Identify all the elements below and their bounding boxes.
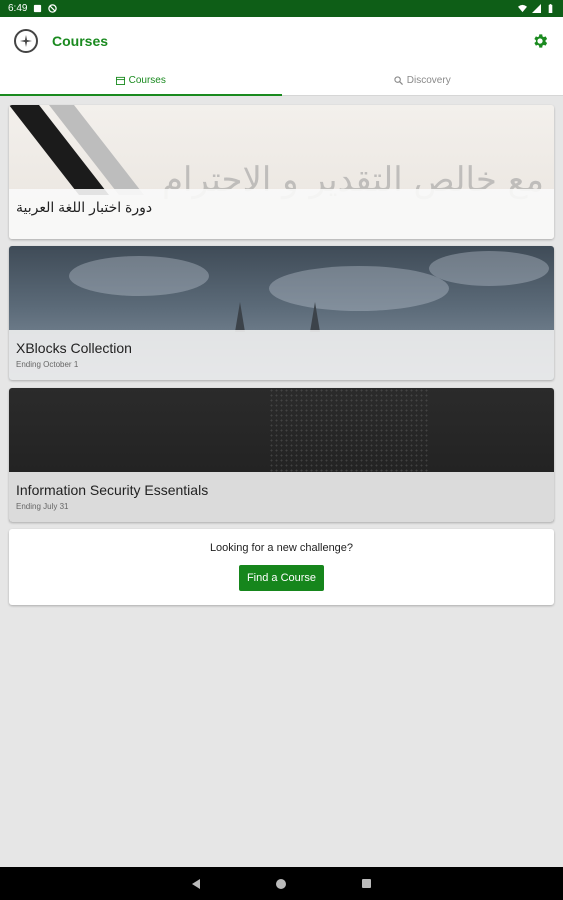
course-end-date: Ending July 31 [16,502,69,511]
tab-discovery[interactable]: Discovery [282,65,563,95]
tab-courses-label: Courses [128,74,166,86]
tab-discovery-label: Discovery [406,74,451,86]
signal-icon [532,4,541,13]
find-course-prompt: Looking for a new challenge? [209,542,354,554]
back-icon[interactable] [192,878,200,889]
find-course-card: Looking for a new challenge? Find a Cour… [9,529,554,605]
app-bar: Courses [0,17,563,65]
university-seal-icon[interactable] [14,29,38,53]
calendar-icon [115,76,125,85]
recent-apps-icon[interactable] [362,879,371,888]
course-title: دورة اختبار اللغة العربية [16,199,153,215]
notification-icon [34,4,42,13]
status-time: 6:49 [8,3,28,14]
course-card[interactable]: مع خالص التقدير و الاحترام دورة اختبار ا… [9,105,554,239]
course-info: دورة اختبار اللغة العربية [9,189,554,239]
course-card[interactable]: XBlocks Collection Ending October 1 [9,246,554,380]
tab-bar: Courses Discovery [0,65,563,96]
gear-icon[interactable] [531,32,549,50]
page-title: Courses [52,33,109,49]
battery-icon [548,4,553,13]
tab-courses[interactable]: Courses [0,65,282,96]
course-card[interactable]: Information Security Essentials Ending J… [9,388,554,522]
no-disturb-icon [48,4,58,13]
search-icon [394,75,403,85]
status-bar: 6:49 [0,0,563,17]
course-title: Information Security Essentials [16,482,209,498]
course-image-graphic [9,105,144,195]
home-icon[interactable] [276,878,286,889]
wifi-icon [518,4,527,13]
course-info: Information Security Essentials Ending J… [9,472,554,522]
course-info: XBlocks Collection Ending October 1 [9,330,554,380]
course-end-date: Ending October 1 [16,360,79,369]
course-title: XBlocks Collection [16,340,132,356]
system-nav-bar [0,867,563,900]
find-course-button[interactable]: Find a Course [238,565,325,591]
